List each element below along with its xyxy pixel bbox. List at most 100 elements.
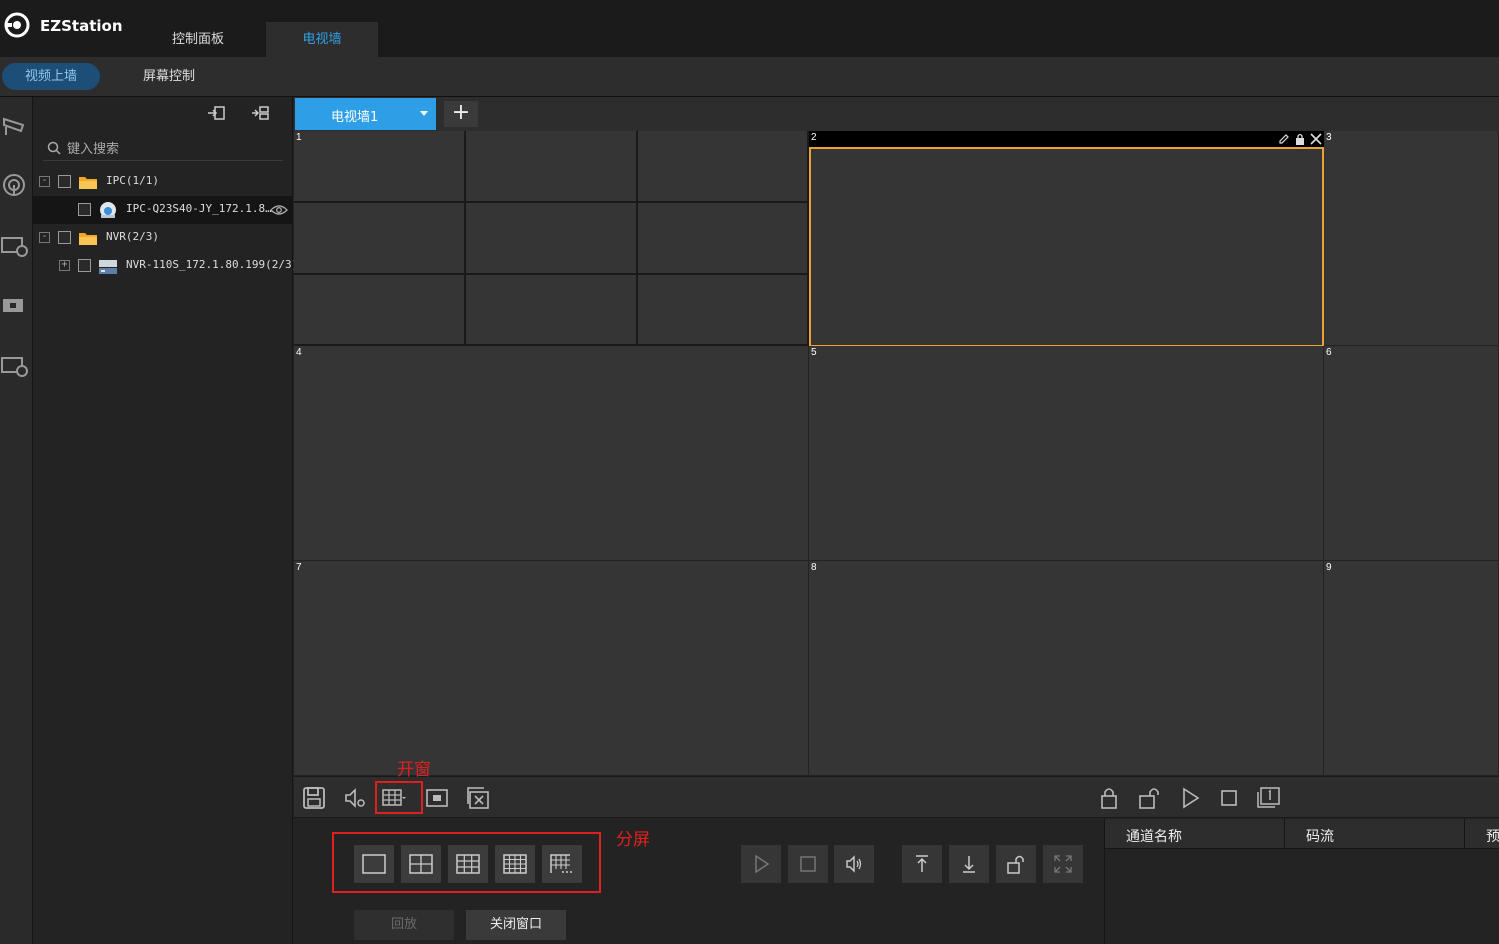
camera-icon[interactable] — [1, 291, 29, 319]
device-checkbox[interactable] — [78, 259, 91, 272]
tree-device-nvr[interactable]: + NVR-110S_172.1.80.199(2/3) — [33, 252, 298, 280]
unlock-icon[interactable] — [1137, 786, 1161, 810]
grid-split-icon[interactable] — [382, 786, 406, 810]
split-9-button[interactable] — [448, 845, 488, 883]
group-checkbox[interactable] — [58, 231, 71, 244]
audio-button[interactable] — [834, 845, 874, 883]
split-4-button[interactable] — [401, 845, 441, 883]
send-to-back-button[interactable] — [949, 845, 989, 883]
lock-icon[interactable] — [1097, 786, 1121, 810]
window-control-panel: 回放 关闭窗口 — [294, 819, 1104, 944]
device-checkbox[interactable] — [78, 203, 91, 216]
dome-camera-icon — [100, 202, 116, 218]
playback-button[interactable]: 回放 — [354, 910, 454, 940]
cell-number: 6 — [1326, 347, 1332, 358]
sub-window[interactable] — [294, 203, 466, 275]
folder-icon — [79, 233, 97, 245]
tree-group-nvr[interactable]: - NVR(2/3) — [33, 224, 292, 252]
wall-cell-2[interactable]: 2 — [809, 131, 1324, 347]
channel-table: 通道名称 码流 预 — [1104, 819, 1499, 944]
sub-window[interactable] — [466, 275, 638, 346]
fullscreen-button[interactable] — [1043, 845, 1083, 883]
wall-tab-bar: 电视墙1 + — [294, 97, 1499, 131]
open-window-icon[interactable] — [425, 786, 449, 810]
wall-playback-icon[interactable] — [1, 231, 29, 259]
play-icon — [755, 854, 770, 874]
sub-window[interactable] — [294, 275, 466, 346]
split-custom-icon — [550, 854, 572, 873]
column-separator — [1284, 819, 1285, 849]
stop-icon[interactable] — [1217, 786, 1241, 810]
tab-screen-control[interactable]: 屏幕控制 — [120, 63, 218, 90]
decode-icon[interactable] — [1, 351, 29, 379]
wall-cell-3[interactable]: 3 — [1324, 131, 1499, 346]
split-9-icon — [456, 854, 480, 874]
sub-window[interactable] — [638, 203, 809, 275]
sub-window[interactable] — [294, 131, 466, 203]
chevron-down-icon[interactable] — [420, 111, 428, 116]
arrow-down-icon — [963, 856, 975, 873]
wall-cell-4[interactable]: 4 — [294, 346, 809, 561]
save-icon[interactable] — [302, 786, 326, 810]
column-preset[interactable]: 预 — [1486, 826, 1499, 846]
tab-tv-wall-1[interactable]: 电视墙1 — [295, 98, 436, 130]
add-wall-button[interactable]: + — [444, 101, 478, 127]
column-stream[interactable]: 码流 — [1306, 826, 1334, 846]
column-channel-name[interactable]: 通道名称 — [1126, 826, 1182, 846]
split-custom-button[interactable] — [542, 845, 582, 883]
cell-number: 7 — [296, 562, 302, 573]
arrow-up-icon — [916, 855, 928, 872]
play-window-button[interactable] — [741, 845, 781, 883]
wall-cell-1[interactable]: 1 — [294, 131, 809, 346]
tree-device-ipc[interactable]: IPC-Q23S40-JY_172.1.8… — [33, 196, 292, 224]
wall-cell-7[interactable]: 7 — [294, 561, 809, 776]
close-all-windows-icon[interactable] — [466, 786, 490, 810]
sub-window[interactable] — [466, 131, 638, 203]
side-rail — [0, 97, 33, 944]
tab-control-panel[interactable]: 控制面板 — [142, 22, 254, 57]
sub-window[interactable] — [466, 203, 638, 275]
cell-number: 8 — [811, 562, 817, 573]
folder-icon — [79, 177, 97, 189]
play-icon[interactable] — [1178, 786, 1202, 810]
unlock-window-button[interactable] — [996, 845, 1036, 883]
collapse-all-icon[interactable] — [251, 105, 269, 121]
volume-settings-icon[interactable] — [343, 786, 367, 810]
cell-number: 1 — [296, 132, 302, 143]
tree-group-ipc[interactable]: - IPC(1/1) — [33, 168, 292, 196]
wall-cell-6[interactable]: 6 — [1324, 346, 1499, 561]
expander-toggle[interactable]: - — [39, 232, 50, 243]
close-window-button[interactable]: 关闭窗口 — [466, 910, 566, 940]
split-4-icon — [409, 854, 433, 874]
selected-window-frame[interactable] — [809, 147, 1324, 347]
cell-number: 4 — [296, 347, 302, 358]
screen-number-icon[interactable] — [1257, 786, 1281, 810]
tab-video-to-wall[interactable]: 视频上墙 — [2, 63, 100, 90]
expander-toggle[interactable]: - — [39, 176, 50, 187]
device-tree-panel: - IPC(1/1) IPC-Q23S40-JY_172.1.8… - NVR(… — [33, 97, 298, 944]
group-checkbox[interactable] — [58, 175, 71, 188]
expander-toggle[interactable]: + — [59, 260, 70, 271]
wall-cell-9[interactable]: 9 — [1324, 561, 1499, 776]
sub-window[interactable] — [638, 275, 809, 346]
wall-tab-label: 电视墙1 — [331, 110, 379, 125]
tree-device-label: NVR-110S_172.1.80.199(2/3) — [126, 258, 299, 271]
lock-icon[interactable] — [1294, 133, 1306, 145]
stop-window-button[interactable] — [788, 845, 828, 883]
import-icon[interactable] — [207, 105, 225, 121]
bring-to-front-button[interactable] — [902, 845, 942, 883]
edit-icon[interactable] — [1278, 133, 1290, 145]
tab-tv-wall[interactable]: 电视墙 — [266, 22, 378, 57]
wall-cell-8[interactable]: 8 — [809, 561, 1324, 776]
title-bar: EZStation 控制面板 电视墙 — [0, 0, 1499, 57]
search-input[interactable] — [67, 138, 277, 160]
wall-cell-5[interactable]: 5 — [809, 346, 1324, 561]
ptz-icon[interactable] — [1, 111, 29, 139]
split-16-button[interactable] — [495, 845, 535, 883]
split-1-button[interactable] — [354, 845, 394, 883]
cell-number: 9 — [1326, 562, 1332, 573]
eye-icon[interactable] — [270, 204, 288, 216]
sub-window[interactable] — [638, 131, 809, 203]
close-icon[interactable] — [1310, 133, 1322, 145]
alarm-icon[interactable] — [1, 171, 29, 199]
